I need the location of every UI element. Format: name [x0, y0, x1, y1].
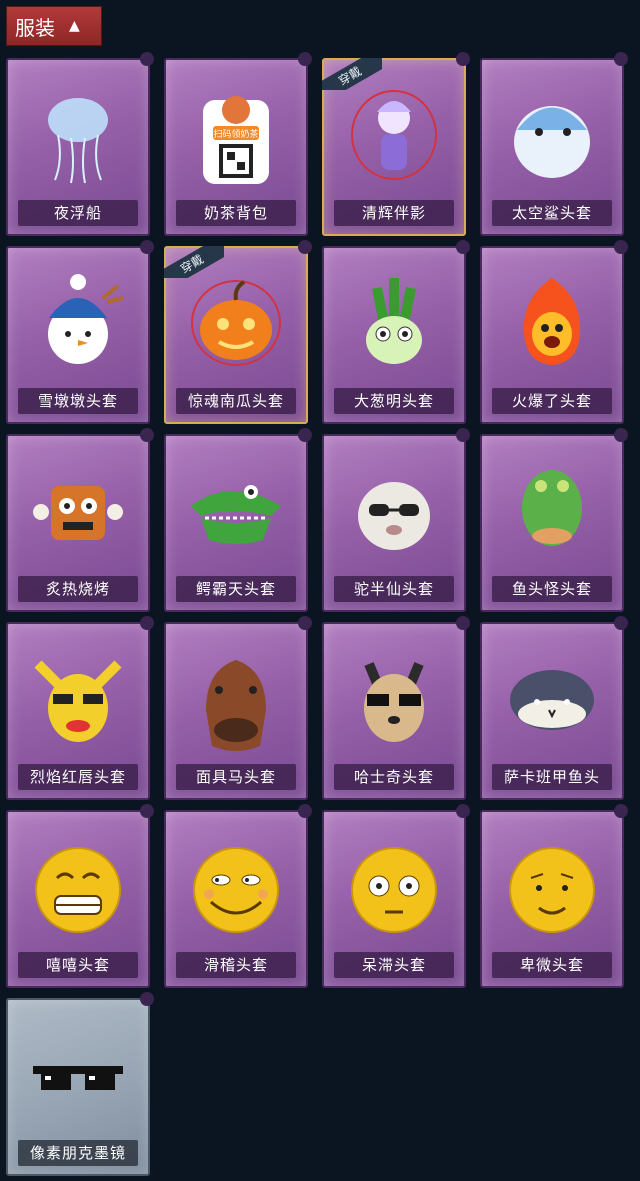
pumpkin-head-icon: [181, 268, 291, 382]
costume-name: 呆滞头套: [334, 952, 454, 978]
pixel-sunglasses-icon: [23, 1020, 133, 1134]
equipped-badge-label: 穿戴: [322, 58, 382, 90]
costume-name: 卑微头套: [492, 952, 612, 978]
section-title: 服装: [15, 15, 55, 40]
costume-name: 清辉伴影: [334, 200, 454, 226]
costume-name: 雪墩墩头套: [18, 388, 138, 414]
costume-card[interactable]: 穿戴清辉伴影: [322, 52, 470, 236]
costume-card[interactable]: 卑微头套: [480, 804, 628, 988]
corner-ornament: [614, 240, 628, 254]
costume-card[interactable]: 扫码领奶茶 奶茶背包: [164, 52, 312, 236]
funny-emoji-head-icon: [181, 832, 291, 946]
corner-ornament: [456, 52, 470, 66]
alpaca-head-icon: [339, 456, 449, 570]
costume-name: 像素朋克墨镜: [18, 1140, 138, 1166]
fire-head-icon: [497, 268, 607, 382]
costume-name: 驼半仙头套: [334, 576, 454, 602]
corner-ornament: [140, 616, 154, 630]
corner-ornament: [614, 52, 628, 66]
costume-name: 奶茶背包: [176, 200, 296, 226]
corner-ornament: [614, 616, 628, 630]
corner-ornament: [456, 428, 470, 442]
costume-card[interactable]: 太空鲨头套: [480, 52, 628, 236]
corner-ornament: [298, 616, 312, 630]
costume-card[interactable]: 嘻嘻头套: [6, 804, 154, 988]
costume-card[interactable]: 像素朋克墨镜: [6, 992, 154, 1176]
corner-ornament: [140, 992, 154, 1006]
equipped-badge-label: 穿戴: [164, 246, 224, 278]
costume-name: 太空鲨头套: [492, 200, 612, 226]
milk-tea-backpack-icon: 扫码领奶茶: [181, 80, 291, 194]
costume-name: 嘻嘻头套: [18, 952, 138, 978]
costume-name: 火爆了头套: [492, 388, 612, 414]
corner-ornament: [298, 804, 312, 818]
art-text: 扫码领奶茶: [213, 128, 258, 140]
costume-name: 鱼头怪头套: [492, 576, 612, 602]
jellyfish-ship-icon: [23, 80, 133, 194]
sacabambaspis-head-icon: [497, 644, 607, 758]
costume-card[interactable]: 鳄霸天头套: [164, 428, 312, 612]
costume-name: 烈焰红唇头套: [18, 764, 138, 790]
costume-card[interactable]: 滑稽头套: [164, 804, 312, 988]
corner-ornament: [456, 804, 470, 818]
fish-head-icon: [497, 456, 607, 570]
bbq-meat-icon: [23, 456, 133, 570]
dazed-emoji-head-icon: [339, 832, 449, 946]
crocodile-head-icon: [181, 456, 291, 570]
humble-emoji-head-icon: [497, 832, 607, 946]
corner-ornament: [140, 52, 154, 66]
costume-card[interactable]: 穿戴惊魂南瓜头套: [164, 240, 312, 424]
costume-section-header[interactable]: 服装 ▲: [6, 6, 102, 46]
costume-card[interactable]: 哈士奇头套: [322, 616, 470, 800]
corner-ornament: [298, 428, 312, 442]
costume-card[interactable]: 炙热烧烤: [6, 428, 154, 612]
corner-ornament: [298, 52, 312, 66]
chevron-up-icon: ▲: [69, 18, 80, 34]
costume-name: 大葱明头套: [334, 388, 454, 414]
corner-ornament: [614, 428, 628, 442]
companion-figure-icon: [339, 80, 449, 194]
corner-ornament: [456, 616, 470, 630]
costume-card[interactable]: 面具马头套: [164, 616, 312, 800]
costume-card[interactable]: 大葱明头套: [322, 240, 470, 424]
scallion-head-icon: [339, 268, 449, 382]
costume-card[interactable]: 鱼头怪头套: [480, 428, 628, 612]
costume-name: 惊魂南瓜头套: [176, 388, 296, 414]
corner-ornament: [140, 240, 154, 254]
corner-ornament: [456, 240, 470, 254]
corner-ornament: [298, 240, 312, 254]
costume-card[interactable]: 火爆了头套: [480, 240, 628, 424]
costume-name: 滑稽头套: [176, 952, 296, 978]
corner-ornament: [614, 804, 628, 818]
costume-name: 面具马头套: [176, 764, 296, 790]
costume-name: 炙热烧烤: [18, 576, 138, 602]
yellow-mascot-head-icon: [23, 644, 133, 758]
corner-ornament: [140, 428, 154, 442]
grin-emoji-head-icon: [23, 832, 133, 946]
equipped-badge: 穿戴: [164, 246, 224, 278]
costume-card[interactable]: 萨卡班甲鱼头: [480, 616, 628, 800]
husky-head-icon: [339, 644, 449, 758]
costume-name: 鳄霸天头套: [176, 576, 296, 602]
costume-card[interactable]: 烈焰红唇头套: [6, 616, 154, 800]
costume-card[interactable]: 雪墩墩头套: [6, 240, 154, 424]
costume-card[interactable]: 夜浮船: [6, 52, 154, 236]
costume-name: 萨卡班甲鱼头: [492, 764, 612, 790]
snowman-head-icon: [23, 268, 133, 382]
space-shark-head-icon: [497, 80, 607, 194]
costume-name: 夜浮船: [18, 200, 138, 226]
costume-card[interactable]: 呆滞头套: [322, 804, 470, 988]
equipped-badge: 穿戴: [322, 58, 382, 90]
costume-card[interactable]: 驼半仙头套: [322, 428, 470, 612]
costume-name: 哈士奇头套: [334, 764, 454, 790]
corner-ornament: [140, 804, 154, 818]
horse-mask-icon: [181, 644, 291, 758]
